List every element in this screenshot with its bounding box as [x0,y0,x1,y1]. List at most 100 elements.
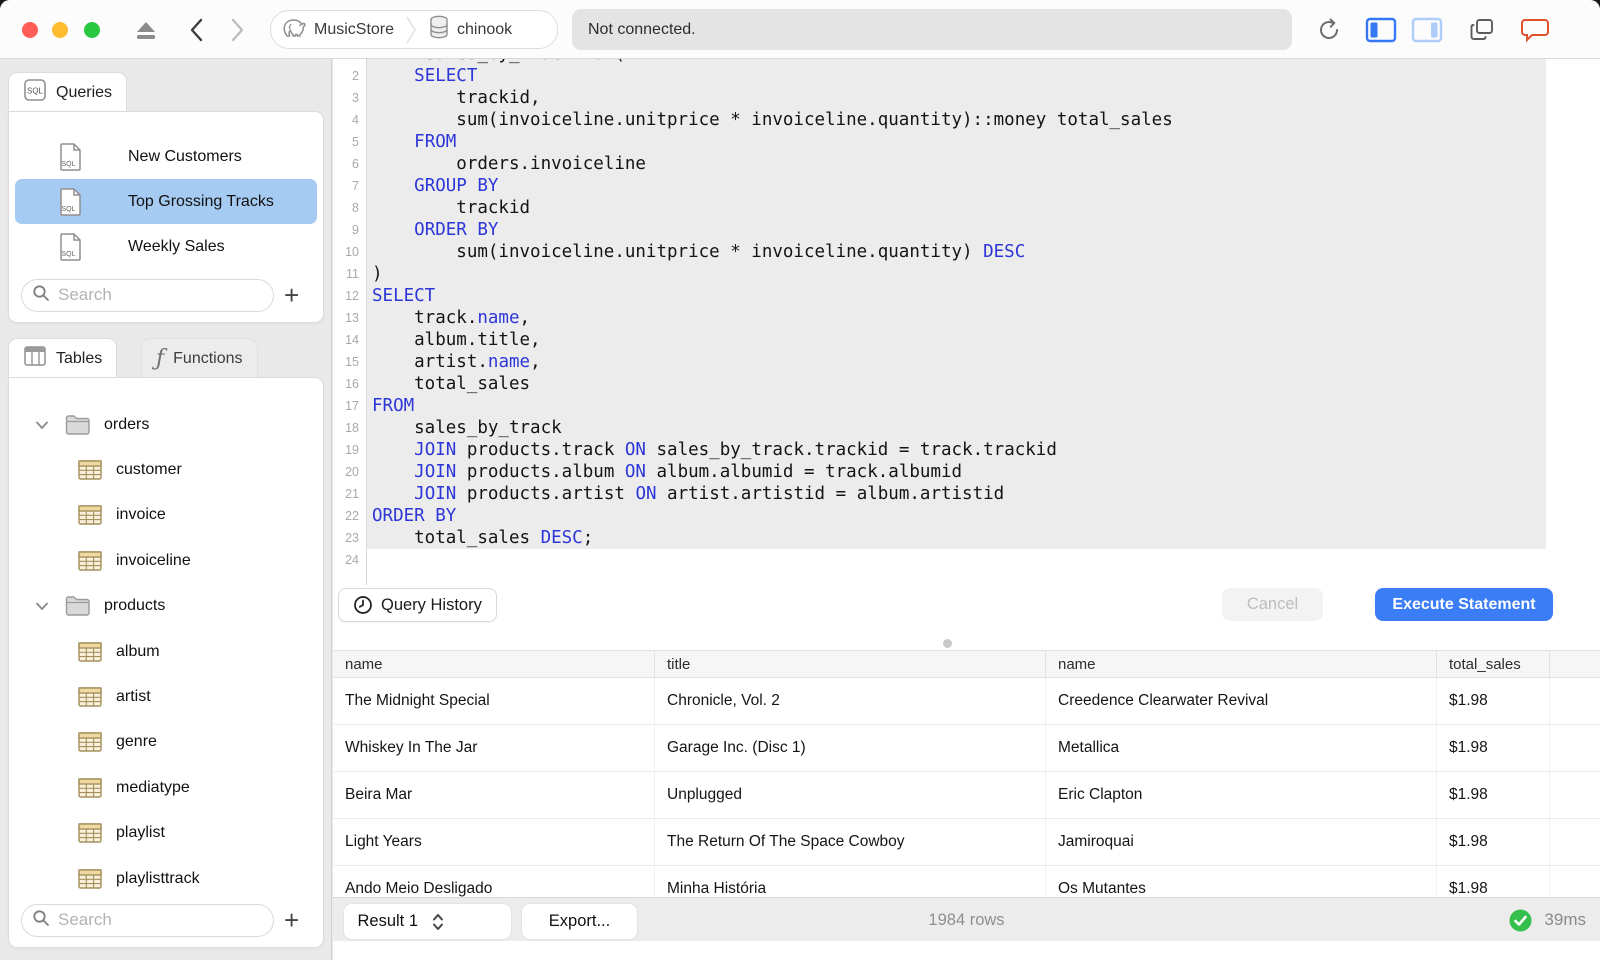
table-icon [77,550,103,572]
main-area: 123456789101112131415161718192021222324 … [333,59,1600,960]
tree-folder[interactable]: orders [9,402,323,447]
chevron-down-icon[interactable] [35,601,51,611]
folder-icon [64,414,91,436]
feedback-bubble-icon[interactable] [1518,16,1552,44]
code-line: sales_by_track [372,418,562,438]
line-number: 8 [352,201,359,215]
code-line: trackid [372,198,531,218]
table-cell: Garage Inc. (Disc 1) [655,725,1046,771]
disconnect-eject-button[interactable] [132,16,160,44]
zoom-window-button[interactable] [84,22,100,38]
cancel-button: Cancel [1222,588,1323,621]
breadcrumb: MusicStore chinook [270,10,558,49]
svg-text:SQL: SQL [61,161,75,168]
table-cell: $1.98 [1437,772,1550,818]
results-body: The Midnight Special Chronicle, Vol. 2 Cre… [333,678,1600,913]
tree-table[interactable]: invoice [9,493,323,538]
line-number: 22 [345,509,359,523]
breadcrumb-database[interactable]: chinook [418,11,522,48]
line-number: 21 [345,487,359,501]
result-selector[interactable]: Result 1 [344,904,511,939]
breadcrumb-server[interactable]: MusicStore [271,11,404,48]
tree-folder-label: orders [104,415,150,433]
table-row[interactable]: Light Years The Return Of The Space Cowbo… [333,819,1600,866]
results-header-row: name title name total_sales [333,650,1600,678]
query-list: SQL New Customers SQL Top Grossing Track… [9,134,323,269]
query-item[interactable]: SQL Weekly Sales [15,224,317,269]
query-item[interactable]: SQL New Customers [15,134,317,179]
refresh-icon[interactable] [1314,15,1344,45]
splitter-handle[interactable] [943,639,952,648]
tab-tables[interactable]: Tables [8,338,118,378]
tree-table-label: mediatype [116,778,190,796]
schema-panel: orders customer invoice invoiceline prod… [8,377,324,948]
table-cell: $1.98 [1437,678,1550,724]
table-cell: Creedence Clearwater Revival [1046,678,1437,724]
tab-functions[interactable]: ƒ Functions [141,338,258,378]
queries-search-input[interactable]: Search [21,278,274,312]
column-header[interactable]: total_sales [1437,651,1550,677]
line-number: 19 [345,443,359,457]
add-table-button[interactable]: + [284,907,299,933]
column-header[interactable]: name [333,651,655,677]
table-cell: Unplugged [655,772,1046,818]
code-line: FROM [414,132,457,152]
line-number: 16 [345,377,359,391]
tree-table[interactable]: customer [9,447,323,492]
connection-status-box: Not connected. [572,9,1292,50]
close-window-button[interactable] [22,22,38,38]
tab-tables-label: Tables [56,349,103,367]
queries-search-placeholder: Search [58,285,112,304]
tab-functions-label: Functions [173,349,243,367]
table-cell: Chronicle, Vol. 2 [655,678,1046,724]
query-item[interactable]: SQL Top Grossing Tracks [15,179,317,224]
tree-table[interactable]: genre [9,720,323,765]
code-line: GROUP BY [414,176,499,196]
tables-search-input[interactable]: Search [21,903,274,937]
status-bar: Result 1 Export... 1984 rows 39ms [333,897,1600,941]
line-number: 2 [352,69,359,83]
code-line: JOIN products.track ON sales_by_track.tr… [414,440,1057,460]
toolbar: MusicStore chinook Not connected. [0,0,1600,59]
chevron-down-icon[interactable] [35,420,51,430]
toggle-right-sidebar-icon[interactable] [1410,16,1444,44]
forward-button[interactable] [224,16,250,44]
table-row[interactable]: Whiskey In The Jar Garage Inc. (Disc 1) Me… [333,725,1600,772]
sql-document-icon: SQL [58,187,84,217]
tree-table[interactable]: invoiceline [9,538,323,583]
table-cell-filler [1550,819,1600,865]
sql-editor[interactable]: 123456789101112131415161718192021222324 … [333,59,1600,585]
windows-copy-icon[interactable] [1466,16,1498,44]
table-row[interactable]: Beira Mar Unplugged Eric Clapton $1.98 [333,772,1600,819]
function-icon: ƒ [156,345,165,371]
execute-statement-button[interactable]: Execute Statement [1375,588,1553,621]
query-item-label: Weekly Sales [128,237,225,255]
column-header[interactable]: name [1046,651,1437,677]
tree-folder[interactable]: products [9,584,323,629]
table-row[interactable]: The Midnight Special Chronicle, Vol. 2 Cre… [333,678,1600,725]
query-history-button[interactable]: Query History [338,588,497,622]
add-query-button[interactable]: + [284,282,299,308]
toggle-left-sidebar-icon[interactable] [1364,16,1398,44]
tree-table[interactable]: playlist [9,811,323,856]
result-selector-label: Result 1 [357,912,419,930]
query-item-label: Top Grossing Tracks [128,192,274,210]
tree-table[interactable]: mediatype [9,765,323,810]
success-check-icon [1509,909,1532,932]
table-cell: Whiskey In The Jar [333,725,655,771]
tree-table[interactable]: artist [9,674,323,719]
back-button[interactable] [184,16,210,44]
minimize-window-button[interactable] [52,22,68,38]
below-status-strip [333,941,1600,960]
column-header[interactable]: title [655,651,1046,677]
export-button[interactable]: Export... [522,904,637,939]
chevron-up-down-icon [422,912,500,932]
line-number: 17 [345,399,359,413]
line-number: 11 [346,267,359,281]
column-header-filler [1550,651,1600,677]
tree-table[interactable]: playlisttrack [9,856,323,901]
breadcrumb-separator-icon [404,11,418,48]
tab-queries[interactable]: SQL Queries [8,72,128,112]
tree-table[interactable]: album [9,629,323,674]
code-line: artist.name, [372,352,541,372]
